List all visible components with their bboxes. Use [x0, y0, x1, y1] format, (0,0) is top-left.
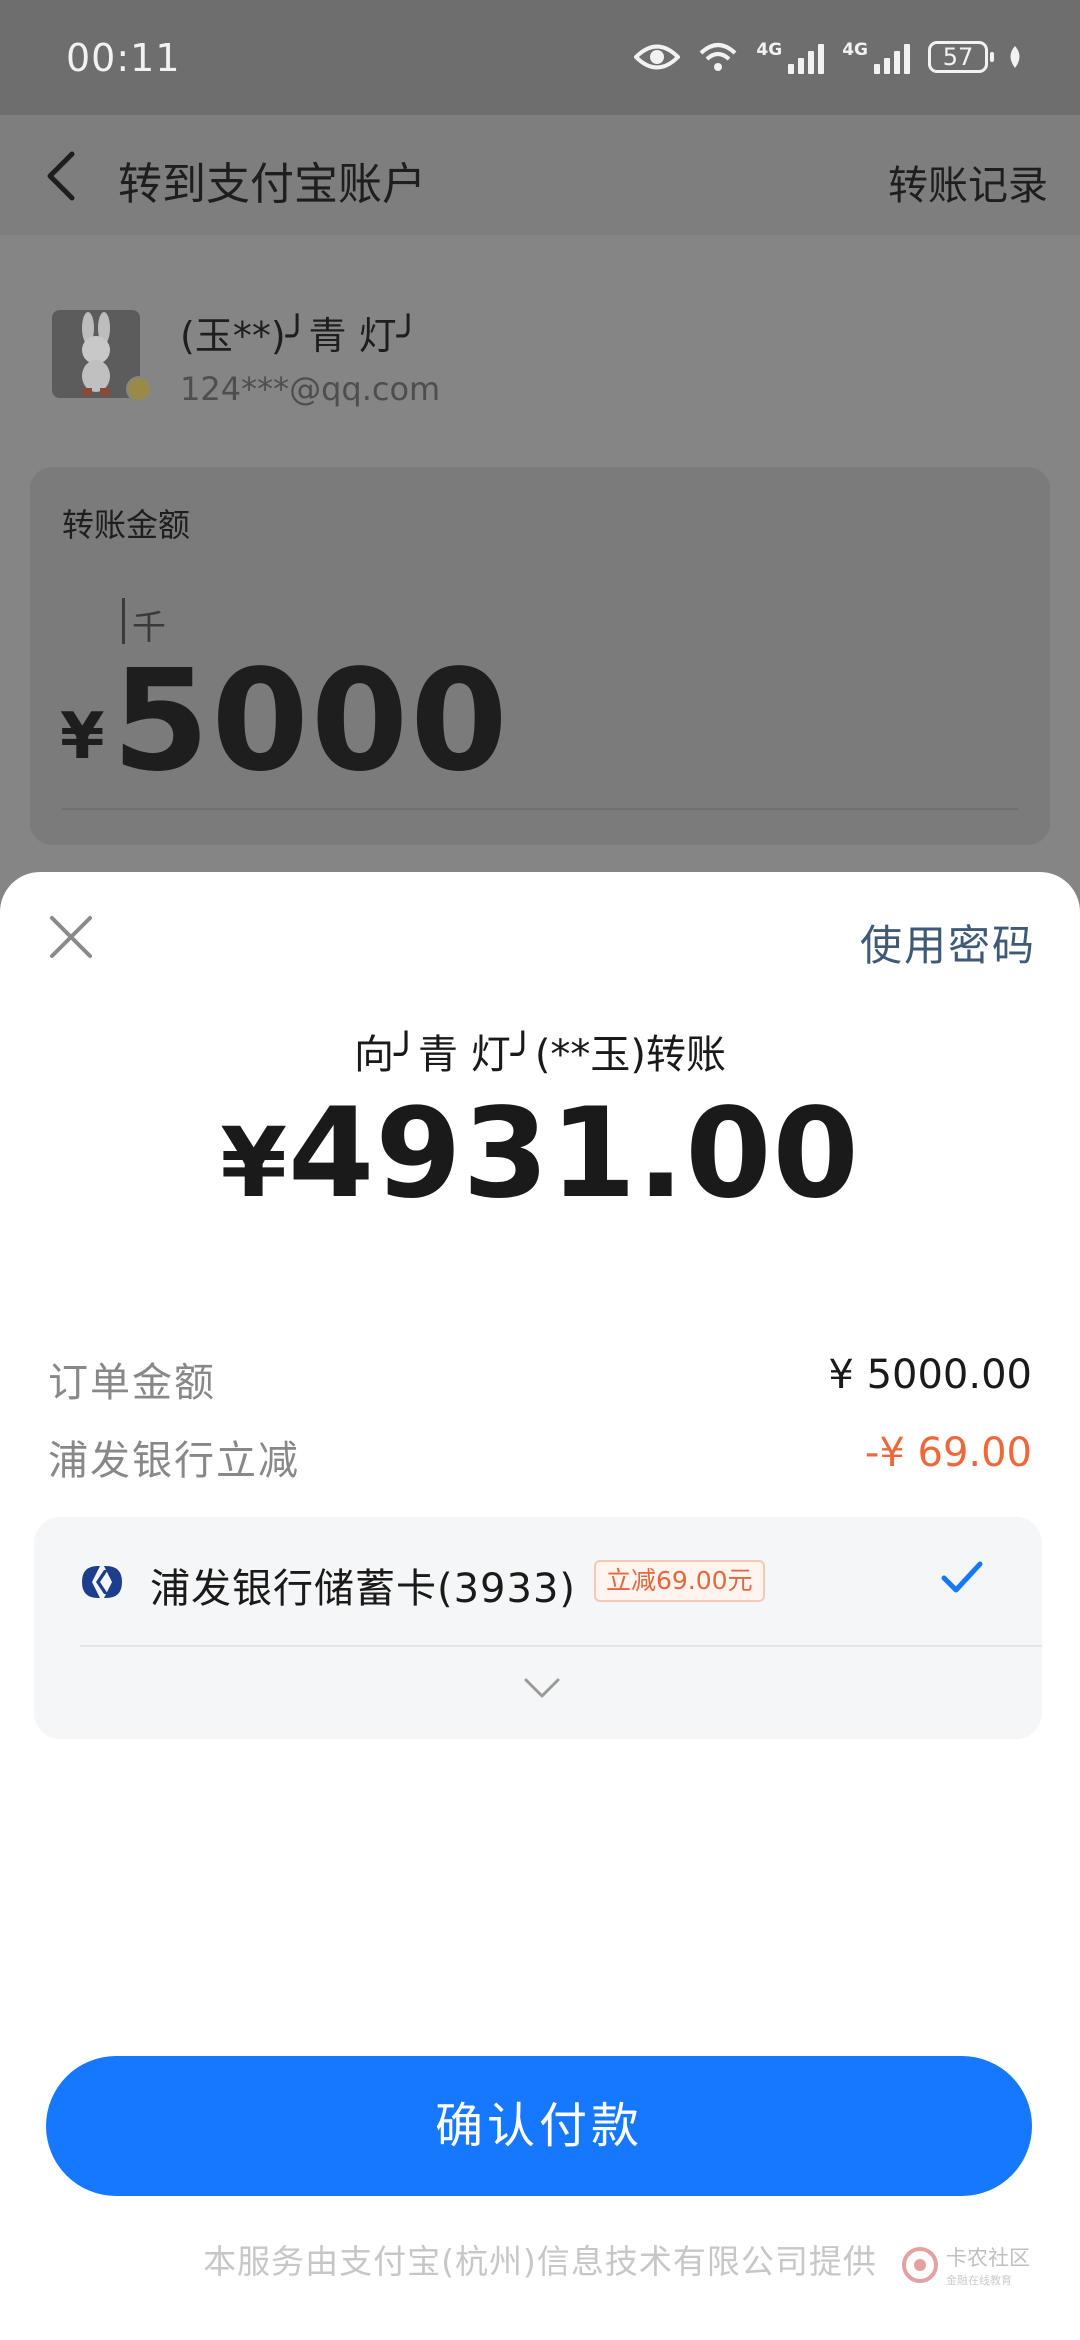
discount-tag: 立减69.00元	[594, 1560, 765, 1602]
currency-symbol: ¥	[220, 1107, 288, 1219]
pay-amount: ¥4931.00	[0, 1082, 1080, 1226]
recipient-account: 124***@qq.com	[180, 370, 441, 408]
use-password-link[interactable]: 使用密码	[860, 912, 1036, 973]
check-icon	[941, 1561, 983, 1593]
chevron-down-icon[interactable]	[522, 1676, 562, 1702]
status-icons: 4G 4G 57	[634, 34, 1024, 80]
pay-to-text: 向╯青 灯╯(**玉)转账	[353, 1032, 727, 1078]
watermark-logo-icon	[902, 2247, 938, 2283]
back-arrow-icon[interactable]	[42, 150, 82, 202]
order-amount-label: 订单金额	[48, 1360, 216, 1406]
battery-icon: 57	[928, 41, 994, 73]
status-time: 00:11	[66, 36, 181, 80]
amount-input[interactable]: 5000	[112, 640, 510, 803]
transfer-history-link[interactable]: 转账记录	[888, 153, 1048, 211]
confirm-payment-button[interactable]: 确认付款	[46, 2056, 1032, 2196]
watermark-subtitle: 金融在线教育	[946, 2274, 1012, 2287]
signal-icon: 4G	[756, 40, 825, 74]
signal-icon: 4G	[842, 40, 910, 74]
discount-value: -¥ 69.00	[864, 1430, 1032, 1476]
verified-badge-icon	[126, 376, 152, 402]
order-amount-value: ¥ 5000.00	[828, 1352, 1032, 1398]
page-title: 转到支付宝账户	[118, 159, 426, 210]
payment-method-card[interactable]	[34, 1517, 1042, 1739]
leaf-icon	[1010, 46, 1020, 68]
discount-label: 浦发银行立减	[48, 1438, 300, 1484]
spdb-bank-icon	[82, 1566, 122, 1598]
wifi-icon	[700, 43, 737, 71]
amount-label: 转账金额	[62, 506, 191, 544]
eye-icon	[634, 44, 681, 70]
currency-symbol: ¥	[60, 700, 105, 774]
bank-card-name: 浦发银行储蓄卡(3933)	[150, 1566, 577, 1612]
divider	[62, 808, 1018, 810]
recipient-name: (玉**)╯青 灯╯	[180, 314, 420, 358]
text-cursor	[122, 598, 125, 644]
close-icon[interactable]	[46, 912, 96, 962]
watermark: 卡农社区 金融在线教育	[900, 2242, 1030, 2288]
watermark-name: 卡农社区	[946, 2246, 1030, 2270]
pay-amount-value: 4931.00	[288, 1082, 860, 1226]
divider	[80, 1645, 1042, 1647]
